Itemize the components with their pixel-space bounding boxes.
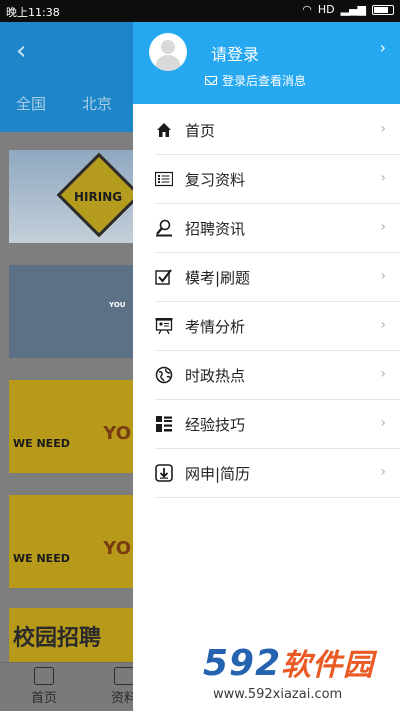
avatar-head-shape xyxy=(161,40,175,54)
status-icons: ◠ HD ▂▄▆ xyxy=(302,3,394,16)
you-text-2: YO xyxy=(103,538,131,559)
avatar[interactable] xyxy=(149,33,187,71)
wifi-icon: ◠ xyxy=(302,3,312,16)
watermark-url: www.592xiazai.com xyxy=(213,687,343,702)
campus-recruit-text: 校园招聘 xyxy=(13,626,102,651)
login-title[interactable]: 请登录 xyxy=(211,41,259,65)
we-need-you-thumbnail-2[interactable]: WE NEED YO xyxy=(9,495,133,588)
presentation-icon xyxy=(155,317,173,335)
bag-icon xyxy=(114,667,134,685)
menu-item-review-materials[interactable]: 复习资料 › xyxy=(155,155,400,204)
hiring-thumbnail[interactable]: HIRING xyxy=(9,150,142,243)
menu-label: 首页 xyxy=(185,121,216,140)
chevron-right-icon: › xyxy=(380,219,386,235)
status-bar: 晚上11:38 ◠ HD ▂▄▆ xyxy=(0,0,400,22)
tabbar-home[interactable]: 首页 xyxy=(14,667,74,706)
watermark-logo-text: 软件园 xyxy=(281,648,375,683)
we-need-you-thumbnail[interactable]: WE NEED YO xyxy=(9,380,133,473)
navigation-drawer: 请登录 › 登录后查看消息 首页 › 复习资料 › 招聘资讯 › 模考|刷题 ›… xyxy=(133,22,400,711)
person-search-icon xyxy=(155,219,173,237)
grid-list-icon xyxy=(155,415,173,433)
home-icon xyxy=(34,667,54,685)
mail-icon xyxy=(205,76,217,85)
menu-label: 经验技巧 xyxy=(185,415,246,434)
watermark-logo-number: 592 xyxy=(203,643,282,684)
chevron-right-icon: › xyxy=(380,268,386,284)
menu-item-recruitment-news[interactable]: 招聘资讯 › xyxy=(155,204,400,253)
login-subtitle-row: 登录后查看消息 xyxy=(205,72,306,89)
home-icon xyxy=(155,121,173,139)
battery-icon xyxy=(372,4,394,15)
campus-recruit-thumbnail[interactable]: 校园招聘 xyxy=(9,608,133,668)
menu-item-exam-analysis[interactable]: 考情分析 › xyxy=(155,302,400,351)
menu-item-current-affairs[interactable]: 时政热点 › xyxy=(155,351,400,400)
we-need-text: WE NEED xyxy=(13,437,70,450)
globe-icon xyxy=(155,366,173,384)
back-chevron-icon[interactable]: ‹ xyxy=(16,36,26,66)
tabbar-home-label: 首页 xyxy=(30,691,57,706)
signal-icon: ▂▄▆ xyxy=(340,3,366,16)
chevron-right-icon: › xyxy=(380,464,386,480)
chevron-right-icon: › xyxy=(380,366,386,382)
drawer-login-header[interactable]: 请登录 › 登录后查看消息 xyxy=(133,22,400,104)
tab-beijing[interactable]: 北京 xyxy=(82,93,112,114)
chevron-right-icon: › xyxy=(380,121,386,137)
login-subtitle: 登录后查看消息 xyxy=(222,74,307,88)
list-icon xyxy=(155,170,173,188)
menu-label: 网申|简历 xyxy=(185,464,251,483)
menu-item-experience-tips[interactable]: 经验技巧 › xyxy=(155,400,400,449)
status-time: 晚上11:38 xyxy=(6,6,60,19)
site-watermark: 592软件园 www.592xiazai.com xyxy=(197,638,400,711)
chevron-right-icon: › xyxy=(380,415,386,431)
world-map-you-label: YOU xyxy=(109,301,126,309)
menu-item-online-resume[interactable]: 网申|简历 › xyxy=(155,449,400,498)
drawer-menu: 首页 › 复习资料 › 招聘资讯 › 模考|刷题 › 考情分析 › 时政热点 ›… xyxy=(133,106,400,498)
chevron-right-icon[interactable]: › xyxy=(380,38,386,57)
download-icon xyxy=(155,464,173,482)
menu-item-mock-exam[interactable]: 模考|刷题 › xyxy=(155,253,400,302)
menu-label: 招聘资讯 xyxy=(185,219,246,238)
hiring-sign-text: HIRING xyxy=(74,190,123,204)
menu-label: 复习资料 xyxy=(185,170,246,189)
menu-label: 考情分析 xyxy=(185,317,246,336)
checkbox-icon xyxy=(155,268,173,286)
you-text: YO xyxy=(103,423,131,444)
we-need-text-2: WE NEED xyxy=(13,552,70,565)
network-type: HD xyxy=(317,3,335,16)
menu-label: 模考|刷题 xyxy=(185,268,251,287)
menu-item-home[interactable]: 首页 › xyxy=(155,106,400,155)
watermark-logo: 592软件园 xyxy=(203,640,374,684)
chevron-right-icon: › xyxy=(380,170,386,186)
menu-label: 时政热点 xyxy=(185,366,246,385)
avatar-body-shape xyxy=(155,55,181,71)
tab-national[interactable]: 全国 xyxy=(16,93,46,114)
world-map-thumbnail[interactable]: YOU xyxy=(9,265,133,358)
chevron-right-icon: › xyxy=(380,317,386,333)
